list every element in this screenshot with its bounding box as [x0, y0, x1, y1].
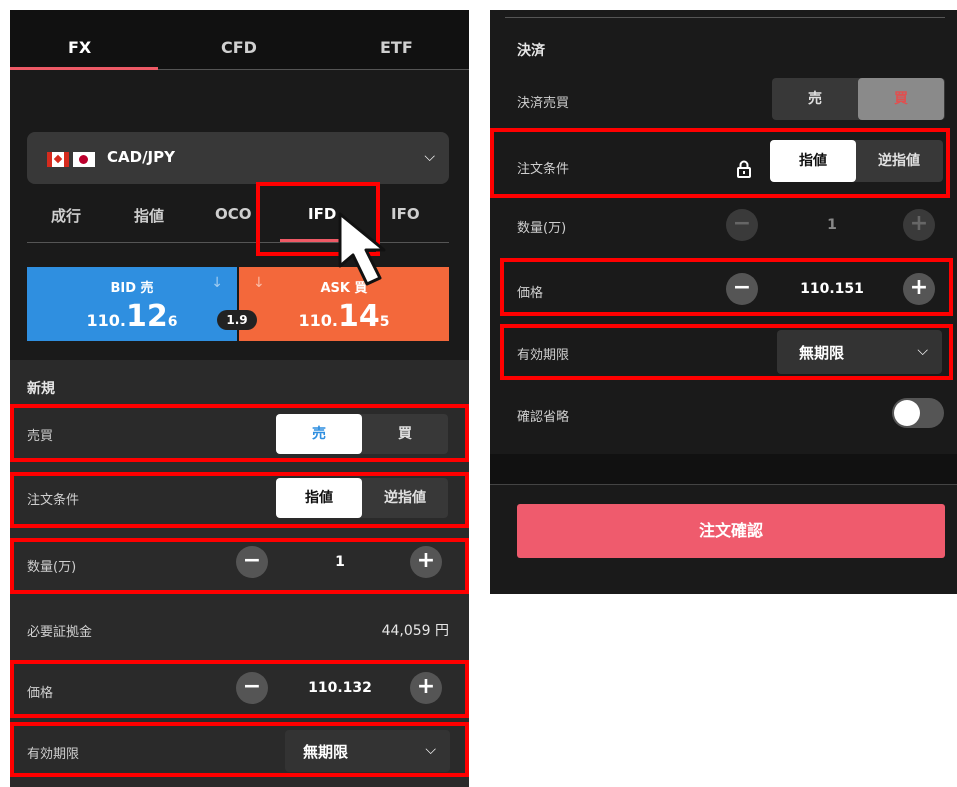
settle-quantity-plus-button[interactable]: + — [903, 209, 935, 241]
order-tab-oco[interactable]: OCO — [215, 205, 252, 223]
settle-expiry-highlight — [500, 324, 953, 380]
skip-confirm-toggle[interactable] — [892, 398, 944, 428]
active-tab-indicator — [10, 67, 158, 70]
ask-price-suffix: 5 — [379, 314, 390, 330]
settle-sell-button[interactable]: 売 — [772, 78, 858, 120]
skip-confirm-label: 確認省略 — [517, 410, 570, 425]
footer-divider — [490, 484, 957, 485]
order-tab-limit[interactable]: 指値 — [134, 205, 164, 226]
section-settle-label: 決済 — [517, 43, 545, 59]
separator-band — [490, 454, 957, 484]
left-order-panel: FX CFD ETF CAD/JPY ⌵ 成行 指値 OCO IFD IFO B… — [10, 10, 469, 787]
bid-price-prefix: 110. — [86, 311, 126, 330]
skip-confirm-row: 確認省略 — [490, 394, 957, 438]
bid-price-button[interactable]: BID 売 ↓ 110.126 — [27, 267, 237, 341]
canada-flag-icon — [47, 152, 69, 167]
ask-price-main: 14 — [337, 299, 380, 334]
order-tab-market[interactable]: 成行 — [51, 205, 81, 226]
bid-price-suffix: 6 — [167, 314, 178, 330]
spread-badge: 1.9 — [217, 310, 257, 330]
price-row-highlight — [10, 660, 469, 718]
margin-row: 必要証拠金 44,059 円 — [10, 608, 469, 652]
settle-side-label: 決済売買 — [517, 96, 570, 111]
toggle-knob — [894, 400, 920, 426]
ask-price: 110.145 — [239, 299, 449, 334]
margin-value: 44,059 円 — [381, 623, 449, 639]
side-row-highlight — [10, 404, 469, 462]
settle-quantity-minus-button[interactable]: − — [726, 209, 758, 241]
margin-label: 必要証拠金 — [27, 625, 93, 640]
plus-icon: + — [909, 211, 929, 236]
settle-buy-button[interactable]: 買 — [858, 78, 944, 120]
confirm-order-button[interactable]: 注文確認 — [517, 504, 945, 558]
bid-label: BID 売 — [110, 281, 154, 296]
japan-flag-icon — [73, 152, 95, 167]
currency-pair-label: CAD/JPY — [107, 148, 175, 166]
product-tabs: FX CFD ETF — [10, 10, 469, 70]
top-divider — [505, 17, 945, 18]
chevron-down-icon: ⌵ — [424, 149, 435, 165]
ask-price-prefix: 110. — [298, 311, 338, 330]
bid-price-main: 12 — [125, 299, 168, 334]
quantity-row-highlight — [10, 538, 469, 594]
tab-cfd[interactable]: CFD — [221, 38, 257, 57]
arrow-down-icon: ↓ — [211, 275, 223, 291]
settle-quantity-row: 数量(万) − 1 + — [490, 205, 957, 249]
settle-side-row: 決済売買 売 買 — [490, 78, 957, 178]
condition-row-highlight — [10, 472, 469, 528]
settle-condition-highlight — [490, 128, 950, 198]
settle-price-highlight — [500, 258, 953, 316]
settle-quantity-value[interactable]: 1 — [812, 217, 852, 233]
settle-quantity-label: 数量(万) — [517, 221, 567, 236]
section-new-label: 新規 — [27, 381, 55, 397]
tab-etf[interactable]: ETF — [380, 38, 413, 57]
tab-fx[interactable]: FX — [68, 38, 91, 57]
bid-price: 110.126 — [27, 299, 237, 334]
minus-icon: − — [732, 211, 752, 236]
settle-side-segment: 売 買 — [772, 78, 945, 120]
mouse-cursor-icon — [338, 212, 386, 286]
right-settlement-panel: 決済 決済売買 売 買 注文条件 指値 逆指値 数量(万) − 1 + 価格 −… — [490, 10, 957, 594]
expiry-row-highlight — [10, 722, 469, 777]
currency-pair-select[interactable]: CAD/JPY ⌵ — [27, 132, 449, 184]
